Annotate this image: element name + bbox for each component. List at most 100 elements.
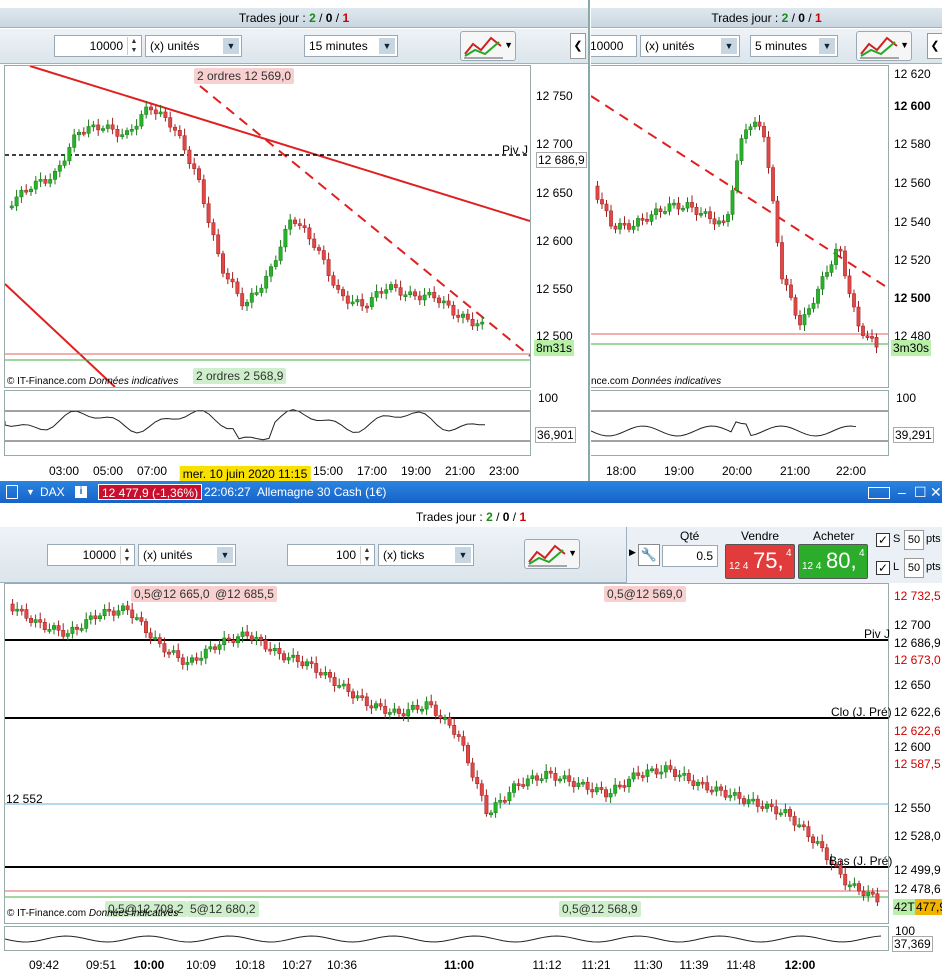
candle <box>685 202 690 209</box>
candle <box>346 683 351 692</box>
candle <box>677 774 682 778</box>
candle <box>149 106 153 111</box>
candle <box>355 695 360 699</box>
close-icon[interactable]: ✕ <box>930 481 942 503</box>
candle <box>295 654 300 663</box>
candle <box>107 609 112 612</box>
candle <box>717 220 721 225</box>
price-label: 12 620 <box>894 67 931 81</box>
chart-type-button[interactable]: ▼ <box>856 31 912 61</box>
candle <box>379 291 384 294</box>
candle <box>33 619 38 623</box>
price-chart-area[interactable]: 0,5@12 665,0 @12 685,5 0,5@12 569,0 0,5@… <box>4 583 892 924</box>
candle <box>98 615 102 620</box>
oscillator-line <box>4 935 882 943</box>
price-chart-area[interactable]: nce.com Données indicatives <box>591 65 889 388</box>
quantity-stepper[interactable]: 10000 <box>591 35 637 57</box>
sell-button[interactable]: 12 4 75, 4 <box>725 544 795 579</box>
price-label: 12 550 <box>894 801 931 815</box>
collapse-arrow-icon[interactable]: ❮ <box>927 33 942 59</box>
time-label: 23:00 <box>488 464 520 478</box>
quantity-stepper[interactable]: 10000 ▲ ▼ <box>47 544 135 566</box>
candle <box>93 615 98 620</box>
collapse-arrow-icon[interactable]: ❮ <box>570 33 586 59</box>
quantity-stepper[interactable]: 10000 ▲ ▼ <box>54 35 142 57</box>
candle <box>314 663 319 673</box>
time-label: 18:00 <box>605 464 637 478</box>
candle <box>834 248 838 265</box>
chart-type-button[interactable]: ▼ <box>524 539 580 569</box>
candle <box>403 294 408 298</box>
candle <box>120 134 125 137</box>
wrench-icon[interactable]: 🔧 <box>638 544 660 566</box>
oscillator-line <box>4 409 530 442</box>
unit-select[interactable]: (x) unités ▼ <box>640 35 740 57</box>
candle <box>264 275 269 289</box>
order-tag[interactable]: 0,5@12 665,0 <box>131 586 213 602</box>
candle <box>134 125 139 130</box>
chart-settings-icon <box>860 36 899 59</box>
unit-select[interactable]: (x) unités ▼ <box>138 544 236 566</box>
qty-label: Qté <box>680 529 700 543</box>
candle <box>748 126 753 131</box>
keyboard-icon[interactable] <box>868 481 890 503</box>
countdown-badge: 8m31s <box>534 340 575 356</box>
order-tag[interactable]: 5@12 680,2 <box>187 901 259 917</box>
candle <box>190 657 194 663</box>
order-tag[interactable]: @12 685,5 <box>212 586 277 602</box>
order-tag-bottom[interactable]: 2 ordres 2 568,9 <box>193 368 287 384</box>
limit-checkbox[interactable]: ✓ <box>876 561 890 575</box>
candle <box>173 126 177 131</box>
spin-arrows-icon[interactable]: ▲ ▼ <box>120 546 133 564</box>
stop-checkbox[interactable]: ✓ <box>876 533 890 547</box>
order-tag[interactable]: 0,5@12 568,9 <box>559 901 641 917</box>
candle <box>374 703 378 709</box>
order-tag[interactable]: 0,5@12 569,0 <box>604 586 686 602</box>
expand-arrow-icon[interactable]: ▶ <box>629 547 636 558</box>
candle <box>861 890 866 896</box>
candle <box>723 790 728 798</box>
unit-select[interactable]: (x) unités ▼ <box>145 35 242 57</box>
candle <box>691 780 696 786</box>
price-chart-area[interactable]: 2 ordres 12 569,0 2 ordres 2 568,9 © IT-… <box>4 65 531 388</box>
price-label: 12 500 <box>894 291 931 305</box>
maximize-icon[interactable]: ☐ <box>914 481 927 503</box>
candle <box>387 712 392 715</box>
candle <box>125 130 129 135</box>
limit-input[interactable]: 50 <box>904 558 924 578</box>
spin-arrows-icon[interactable]: ▲ ▼ <box>360 546 373 564</box>
price-label: 12 732,5 <box>894 589 941 603</box>
info-icon[interactable]: i <box>75 486 87 498</box>
ticks-unit-select[interactable]: (x) ticks ▼ <box>378 544 474 566</box>
candle <box>769 803 774 807</box>
order-panel: ▶ 🔧 Qté 0.5 Vendre 12 4 75, 4 Acheter 12… <box>626 527 942 583</box>
candle <box>57 165 62 172</box>
chart-type-button[interactable]: ▼ <box>460 31 516 61</box>
candle <box>19 189 24 198</box>
candle <box>365 305 369 309</box>
qty-input[interactable]: 0.5 <box>662 545 718 567</box>
timeframe-select[interactable]: 15 minutes ▼ <box>304 35 398 57</box>
spin-arrows-icon[interactable]: ▲ ▼ <box>127 37 140 55</box>
ticks-stepper[interactable]: 100 ▲ ▼ <box>287 544 375 566</box>
candle <box>649 214 654 222</box>
candle <box>384 289 389 294</box>
candle <box>318 672 323 676</box>
price-label: 12 600 <box>894 740 931 754</box>
oscillator-path <box>591 421 857 437</box>
candle <box>401 713 406 717</box>
candle <box>153 637 158 640</box>
window-icon[interactable] <box>6 485 18 499</box>
chevron-down-icon[interactable]: ▼ <box>26 481 35 503</box>
timeframe-select[interactable]: 5 minutes ▼ <box>750 35 838 57</box>
order-tag-top[interactable]: 2 ordres 12 569,0 <box>194 68 295 84</box>
buy-button[interactable]: 12 4 80, 4 <box>798 544 868 579</box>
candle <box>364 696 369 707</box>
trendline <box>4 283 116 388</box>
candle <box>56 625 61 631</box>
oscillator-path <box>4 409 486 441</box>
minimize-icon[interactable]: – <box>898 481 906 503</box>
candle <box>235 281 240 294</box>
stop-input[interactable]: 50 <box>904 530 924 550</box>
window-titlebar[interactable]: ▼ DAX i 12 477,9 (-1,36%) 22:06:27 Allem… <box>0 481 942 503</box>
